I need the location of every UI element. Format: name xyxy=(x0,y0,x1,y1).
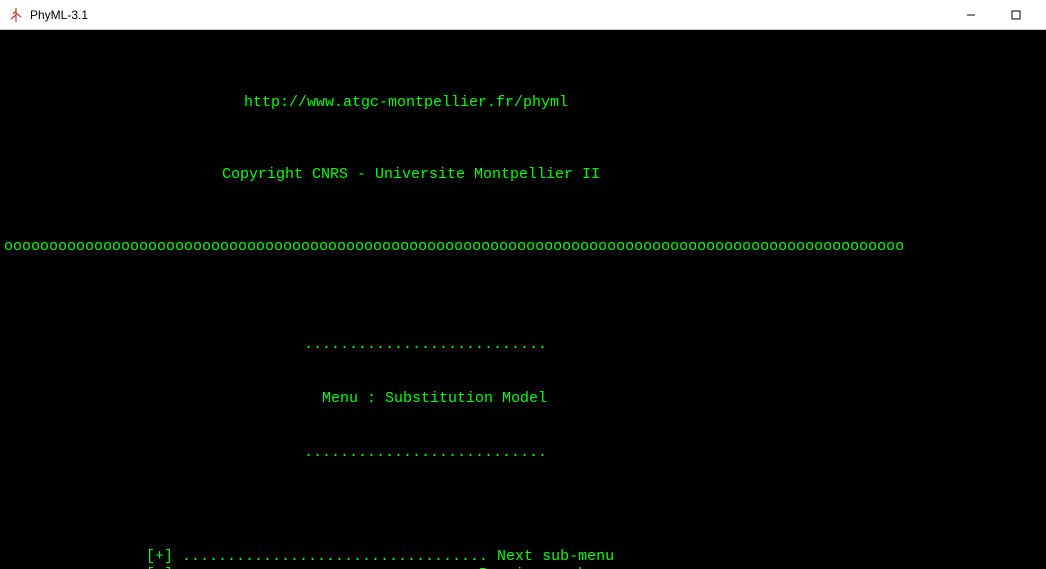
titlebar: PhyML-3.1 xyxy=(0,0,1046,30)
titlebar-left: PhyML-3.1 xyxy=(8,7,88,23)
terminal[interactable]: http://www.atgc-montpellier.fr/phyml Cop… xyxy=(0,30,1046,569)
nav-option-row: [+] .................................. N… xyxy=(4,548,1042,566)
window-controls xyxy=(948,0,1038,30)
separator-line: oooooooooooooooooooooooooooooooooooooooo… xyxy=(4,238,1042,256)
app-title: PhyML-3.1 xyxy=(30,8,88,22)
menu-dots-bottom: ........................... xyxy=(4,444,1042,462)
nav-options: [+] .................................. N… xyxy=(4,548,1042,569)
app-window: PhyML-3.1 http://www.atgc-montpellier.fr… xyxy=(0,0,1046,569)
menu-dots-top: ........................... xyxy=(4,336,1042,354)
maximize-button[interactable] xyxy=(993,0,1038,30)
app-icon xyxy=(8,7,24,23)
minimize-button[interactable] xyxy=(948,0,993,30)
menu-title: Menu : Substitution Model xyxy=(4,390,1042,408)
url-line: http://www.atgc-montpellier.fr/phyml xyxy=(4,94,1042,112)
copyright-line: Copyright CNRS - Universite Montpellier … xyxy=(4,166,1042,184)
